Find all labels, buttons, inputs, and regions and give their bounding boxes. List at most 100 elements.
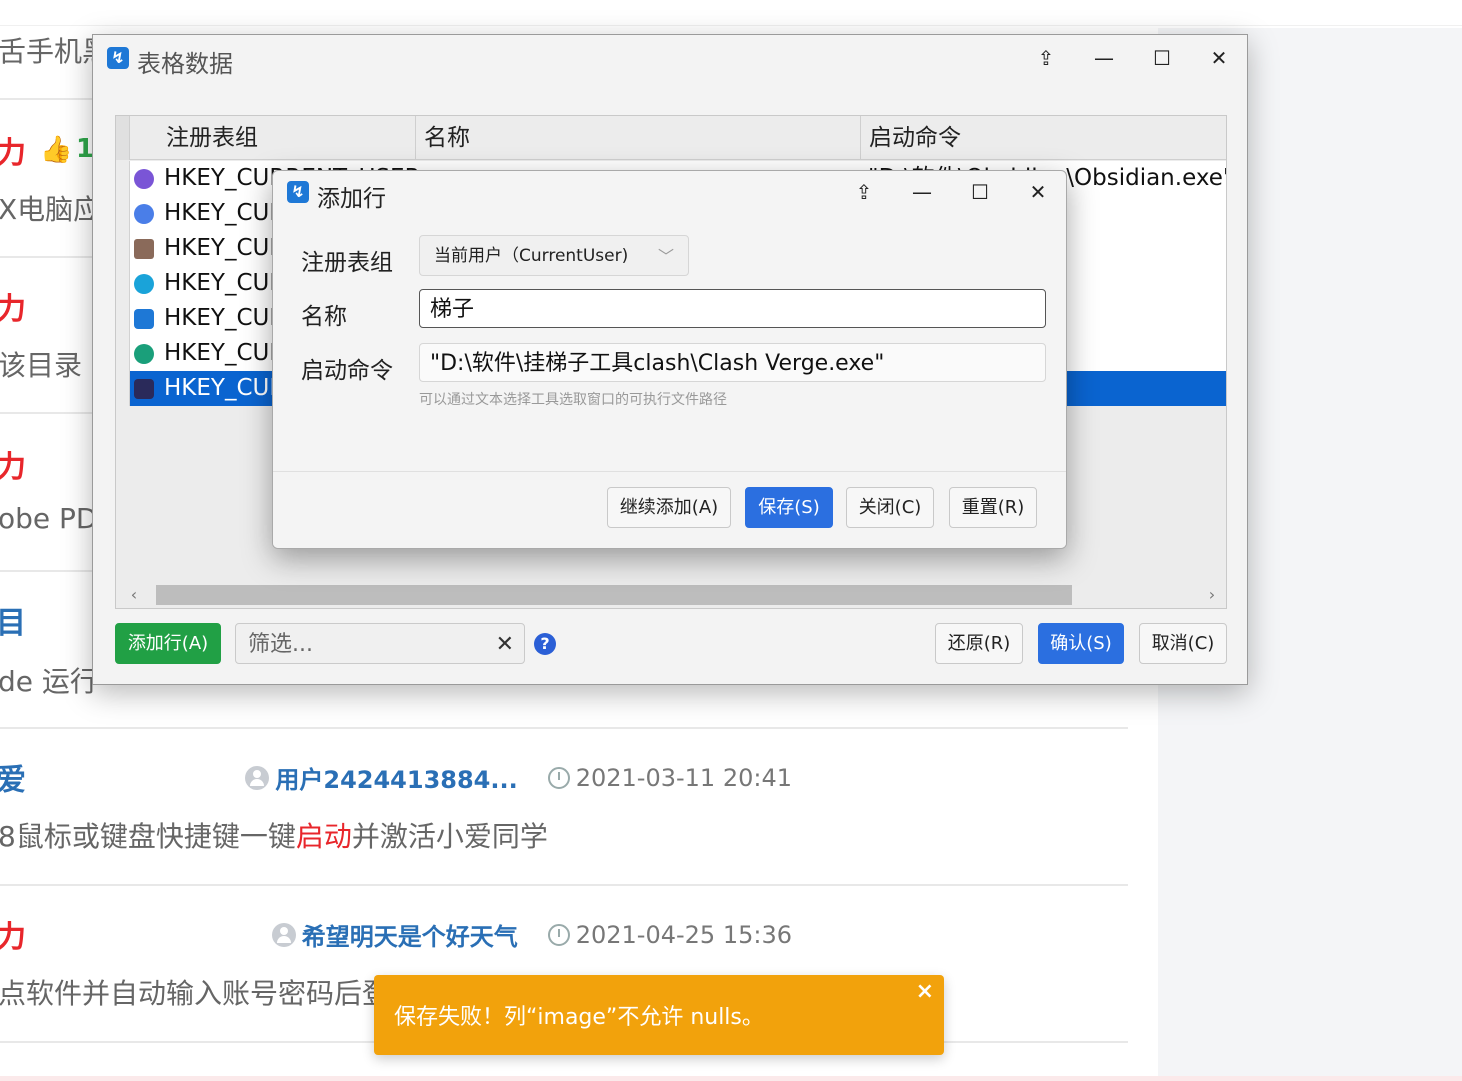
coodesker-icon [134, 274, 154, 294]
post-author[interactable]: 希望明天是个好天气 [271, 917, 518, 952]
row-header[interactable] [116, 196, 130, 231]
avatar-icon [134, 239, 154, 259]
desc-suffix: 并激活小爱同学 [351, 820, 548, 853]
grid-header: 注册表组 名称 启动命令 [116, 116, 1226, 160]
cell-group[interactable]: HKEY_CUR [164, 231, 285, 266]
horizontal-scrollbar[interactable]: ‹ › [116, 582, 1226, 608]
cell-group[interactable]: HKEY_CUR [164, 301, 285, 336]
user-icon [245, 765, 270, 790]
command-label: 启动命令 [301, 358, 393, 384]
cell-group[interactable]: HKEY_CUR [164, 371, 285, 406]
toast-message: 保存失败！列“image”不允许 nulls。 [394, 1005, 764, 1030]
close-button[interactable]: ✕ [1020, 177, 1056, 207]
divider [0, 884, 1128, 886]
row-header[interactable] [116, 371, 130, 406]
name-value: 梯子 [430, 297, 475, 322]
row-header[interactable] [116, 301, 130, 336]
row-header[interactable] [116, 161, 130, 196]
help-icon[interactable]: ? [534, 633, 556, 655]
clash-icon [134, 379, 154, 399]
clock-icon [547, 923, 570, 946]
post-desc: 点软件并自动输入账号密码后登 [0, 977, 391, 1010]
edge-icon [134, 344, 154, 364]
divider [0, 727, 1128, 729]
filter-input[interactable]: 筛选... ✕ [235, 623, 525, 664]
cell-group[interactable]: HKEY_CUR [164, 196, 285, 231]
error-toast: 保存失败！列“image”不允许 nulls。 × [374, 975, 944, 1055]
post-title[interactable]: 力 [0, 128, 26, 172]
add-row-button[interactable]: 添加行(A) [115, 623, 221, 664]
post-timestamp: 2021-04-25 15:36 [575, 920, 792, 949]
post-desc: de 运行 [0, 665, 98, 698]
post-author[interactable]: 用户2424413884... [245, 760, 518, 795]
column-header-group[interactable]: 注册表组 [158, 116, 416, 160]
command-field[interactable]: "D:\软件\挂梯子工具clash\Clash Verge.exe" [419, 343, 1046, 382]
post-desc: obe PD [0, 502, 98, 535]
post-timestamp: 2021-03-11 20:41 [575, 763, 792, 792]
author-name[interactable]: 希望明天是个好天气 [302, 917, 518, 952]
cell-group[interactable]: HKEY_CUR [164, 266, 285, 301]
post-time: 2021-04-25 15:36 [547, 920, 792, 949]
name-label: 名称 [301, 304, 347, 330]
grid-corner[interactable] [116, 116, 130, 160]
add-row-dialog: ↯ 添加行 ⇪ — ☐ ✕ 注册表组 当前用户（CurrentUser) ﹀ 名… [272, 170, 1067, 549]
post-desc: 8鼠标或键盘快捷键一键启动并激活小爱同学 [0, 815, 548, 855]
row-header[interactable] [116, 336, 130, 371]
post-title[interactable]: 目 [0, 598, 26, 642]
cell-group[interactable]: HKEY_CUR [164, 336, 285, 371]
confirm-button[interactable]: 确认(S) [1038, 623, 1124, 664]
clock-icon [547, 766, 570, 789]
scroll-right-icon[interactable]: › [1200, 582, 1224, 608]
group-selected-value: 当前用户（CurrentUser) [434, 246, 629, 266]
column-header-name[interactable]: 名称 [416, 116, 861, 160]
desc-prefix: 8鼠标或键盘快捷键一键 [0, 820, 296, 853]
post-title[interactable]: 爱 [0, 755, 26, 799]
clear-filter-icon[interactable]: ✕ [496, 624, 514, 665]
close-button[interactable]: ✕ [1201, 43, 1237, 73]
reset-button[interactable]: 重置(R) [949, 487, 1037, 528]
chevron-down-icon: ﹀ [657, 247, 674, 266]
post-title[interactable]: 力 [0, 912, 26, 956]
dialog-title: 添加行 [317, 186, 386, 212]
minimize-button[interactable]: — [1086, 43, 1122, 73]
column-header-command[interactable]: 启动命令 [861, 116, 1226, 160]
post-time: 2021-03-11 20:41 [547, 763, 792, 792]
group-select[interactable]: 当前用户（CurrentUser) ﹀ [419, 235, 689, 276]
save-button[interactable]: 保存(S) [745, 487, 833, 528]
restore-button[interactable]: 还原(R) [935, 623, 1023, 664]
post-title[interactable]: 力 [0, 284, 26, 328]
row-header[interactable] [116, 231, 130, 266]
dialog-titlebar[interactable]: ↯ 添加行 ⇪ — ☐ ✕ [273, 171, 1066, 215]
obsidian-icon [134, 169, 154, 189]
scroll-left-icon[interactable]: ‹ [122, 582, 146, 608]
scrollbar-thumb[interactable] [156, 585, 1072, 605]
post-title[interactable]: 力 [0, 442, 26, 486]
thumbs-up-icon[interactable]: 👍 [40, 135, 72, 165]
command-hint: 可以通过文本选择工具选取窗口的可执行文件路径 [419, 392, 727, 408]
command-value: "D:\软件\挂梯子工具clash\Clash Verge.exe" [430, 351, 885, 376]
quicker-icon [134, 309, 154, 329]
dialog-footer: 继续添加(A) 保存(S) 关闭(C) 重置(R) [273, 472, 1066, 548]
minimize-button[interactable]: — [904, 177, 940, 207]
window-titlebar[interactable]: ↯ 表格数据 ⇪ — ☐ ✕ [93, 35, 1247, 81]
maximize-button[interactable]: ☐ [1144, 43, 1180, 73]
post-meta: 希望明天是个好天气 2021-04-25 15:36 [271, 917, 792, 952]
author-name[interactable]: 用户2424413884... [275, 760, 517, 795]
cancel-button[interactable]: 取消(C) [1139, 623, 1227, 664]
group-label: 注册表组 [301, 250, 393, 276]
name-field[interactable]: 梯子 [419, 289, 1046, 328]
quicker-logo-icon: ↯ [287, 181, 309, 203]
post-meta: 用户2424413884... 2021-03-11 20:41 [245, 760, 792, 795]
close-dialog-button[interactable]: 关闭(C) [846, 487, 934, 528]
continue-add-button[interactable]: 继续添加(A) [607, 487, 731, 528]
pin-button[interactable]: ⇪ [846, 177, 882, 207]
close-icon[interactable]: × [916, 979, 934, 1004]
maximize-button[interactable]: ☐ [962, 177, 998, 207]
desc-highlight: 启动 [295, 820, 352, 853]
pixpin-icon [134, 204, 154, 224]
row-header[interactable] [116, 266, 130, 301]
filter-placeholder: 筛选... [248, 632, 313, 657]
pin-button[interactable]: ⇪ [1028, 43, 1064, 73]
page-bottom-strip [0, 1076, 1462, 1081]
user-icon [271, 922, 296, 947]
